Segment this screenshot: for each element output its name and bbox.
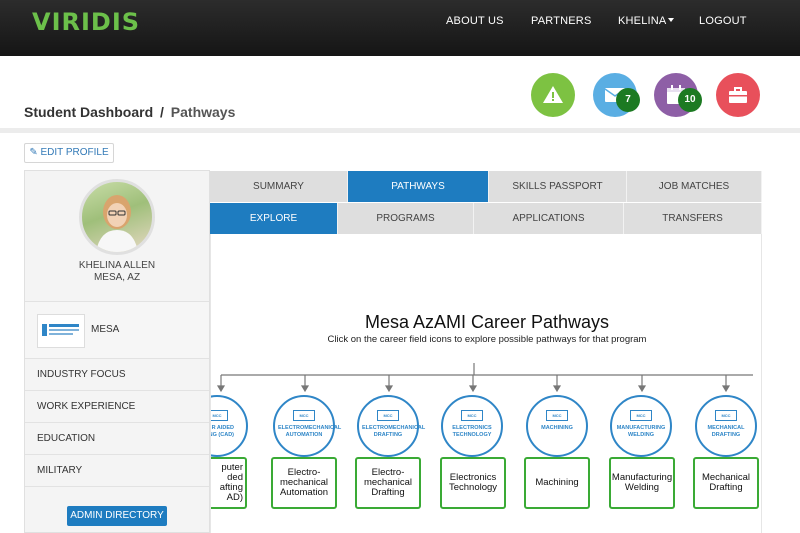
menu-military[interactable]: MILITARY bbox=[25, 455, 209, 487]
program-box-cad[interactable]: puter ded afting AD) bbox=[211, 457, 247, 509]
career-icon-label: ELECTROMECHANICAL AUTOMATION bbox=[278, 425, 342, 438]
college-mini-logo: MCC bbox=[461, 410, 483, 421]
program-box-mechanical-drafting[interactable]: Mechanical Drafting bbox=[693, 457, 759, 509]
profile-sidebar: KHELINA ALLEN MESA, AZ MESA INDUSTRY FOC… bbox=[24, 170, 210, 533]
subtab-explore[interactable]: EXPLORE bbox=[210, 203, 338, 234]
caret-down-icon bbox=[668, 18, 675, 22]
college-mini-logo: MCC bbox=[211, 410, 228, 421]
arrow-down-icon bbox=[637, 385, 647, 393]
pencil-icon: ✎ bbox=[29, 147, 38, 158]
edit-profile-label: EDIT PROFILE bbox=[40, 147, 109, 158]
page-title-main: Student Dashboard bbox=[24, 104, 154, 120]
tab-job-matches[interactable]: JOB MATCHES bbox=[627, 171, 762, 202]
messages-count-badge: 7 bbox=[616, 88, 640, 112]
nav-about-us[interactable]: ABOUT US bbox=[446, 15, 504, 27]
career-icon-manufacturing-welding[interactable]: MCC MANUFACTURING WELDING bbox=[610, 395, 672, 457]
page-title: Student Dashboard / Pathways bbox=[24, 104, 235, 120]
breadcrumb-separator: / bbox=[160, 104, 164, 120]
profile-photo bbox=[96, 195, 138, 252]
college-mini-logo: MCC bbox=[630, 410, 652, 421]
college-logo-mark bbox=[42, 324, 79, 336]
profile-location: MESA, AZ bbox=[93, 272, 141, 283]
college-logo bbox=[37, 314, 85, 348]
career-icon-cad[interactable]: MCC R AIDED ING (CAD) bbox=[211, 395, 248, 457]
menu-work-experience[interactable]: WORK EXPERIENCE bbox=[25, 391, 209, 423]
career-icon-electronics-technology[interactable]: MCC ELECTRONICS TECHNOLOGY bbox=[441, 395, 503, 457]
arrow-down-icon bbox=[552, 385, 562, 393]
career-pathways-title: Mesa AzAMI Career Pathways bbox=[364, 312, 610, 332]
arrow-down-icon bbox=[384, 385, 394, 393]
nav-user-menu[interactable]: KHELINA bbox=[618, 15, 675, 27]
avatar[interactable] bbox=[79, 179, 155, 255]
tab-summary[interactable]: SUMMARY bbox=[210, 171, 348, 202]
subtab-programs[interactable]: PROGRAMS bbox=[338, 203, 474, 234]
subtab-applications[interactable]: APPLICATIONS bbox=[474, 203, 624, 234]
warning-icon bbox=[543, 86, 563, 103]
college-mini-logo: MCC bbox=[715, 410, 737, 421]
school-row[interactable]: MESA bbox=[25, 301, 209, 359]
nav-logout[interactable]: LOGOUT bbox=[699, 15, 747, 27]
menu-industry-focus[interactable]: INDUSTRY FOCUS bbox=[25, 359, 209, 391]
header-divider bbox=[0, 128, 800, 133]
program-box-manufacturing-welding[interactable]: Manufacturing Welding bbox=[609, 457, 675, 509]
program-box-label: Electro- mechanical Drafting bbox=[363, 467, 413, 498]
edit-profile-button[interactable]: ✎ EDIT PROFILE bbox=[24, 143, 114, 163]
program-box-label: puter ded afting AD) bbox=[219, 462, 243, 503]
viridis-logo[interactable]: VIRIDIS bbox=[32, 8, 140, 36]
program-box-electromechanical-automation[interactable]: Electro- mechanical Automation bbox=[271, 457, 337, 509]
page-title-sub: Pathways bbox=[170, 104, 236, 120]
tab-pathways[interactable]: PATHWAYS bbox=[348, 171, 489, 202]
program-box-electromechanical-drafting[interactable]: Electro- mechanical Drafting bbox=[355, 457, 421, 509]
college-mini-logo: MCC bbox=[546, 410, 568, 421]
career-icon-label: ELECTRONICS TECHNOLOGY bbox=[452, 425, 492, 438]
user-menu-label: KHELINA bbox=[618, 15, 667, 27]
program-box-label: Manufacturing Welding bbox=[611, 472, 673, 493]
pathways-connectors bbox=[216, 363, 753, 393]
pathways-diagram: MCC R AIDED ING (CAD) MCC ELECTROMECHANI… bbox=[211, 359, 761, 533]
menu-education[interactable]: EDUCATION bbox=[25, 423, 209, 455]
career-icon-label: R AIDED ING (CAD) bbox=[211, 425, 234, 438]
program-box-label: Mechanical Drafting bbox=[701, 472, 751, 493]
arrow-down-icon bbox=[721, 385, 731, 393]
tab-skills-passport[interactable]: SKILLS PASSPORT bbox=[489, 171, 627, 202]
program-box-electronics-technology[interactable]: Electronics Technology bbox=[440, 457, 506, 509]
career-pathways-subtitle: Click on the career field icons to explo… bbox=[327, 334, 647, 345]
college-mini-logo: MCC bbox=[377, 410, 399, 421]
career-icon-label: MANUFACTURING WELDING bbox=[616, 425, 666, 438]
college-mini-logo: MCC bbox=[293, 410, 315, 421]
program-box-machining[interactable]: Machining bbox=[524, 457, 590, 509]
program-box-label: Electronics Technology bbox=[448, 472, 498, 493]
career-icon-label: ELECTROMECHANICAL DRAFTING bbox=[362, 425, 426, 438]
career-icon-mechanical-drafting[interactable]: MCC MECHANICAL DRAFTING bbox=[695, 395, 757, 457]
arrow-down-icon bbox=[468, 385, 478, 393]
career-icon-label: MACHINING bbox=[541, 425, 573, 431]
jobs-button[interactable] bbox=[716, 73, 760, 117]
subtab-transfers[interactable]: TRANSFERS bbox=[624, 203, 762, 234]
alerts-button[interactable] bbox=[531, 73, 575, 117]
admin-directory-button[interactable]: ADMIN DIRECTORY bbox=[67, 506, 167, 526]
profile-name: KHELINA ALLEN bbox=[78, 260, 156, 271]
calendar-count-badge: 10 bbox=[678, 88, 702, 112]
career-icon-electromechanical-automation[interactable]: MCC ELECTROMECHANICAL AUTOMATION bbox=[273, 395, 342, 457]
program-box-label: Electro- mechanical Automation bbox=[279, 467, 329, 498]
career-icon-electromechanical-drafting[interactable]: MCC ELECTROMECHANICAL DRAFTING bbox=[357, 395, 426, 457]
career-icon-label: MECHANICAL DRAFTING bbox=[707, 425, 745, 438]
nav-partners[interactable]: PARTNERS bbox=[531, 15, 591, 27]
school-name: MESA bbox=[91, 324, 120, 335]
briefcase-icon bbox=[729, 87, 747, 103]
arrow-down-icon bbox=[300, 385, 310, 393]
arrow-down-icon bbox=[216, 385, 226, 393]
career-icon-machining[interactable]: MCC MACHINING bbox=[526, 395, 588, 457]
top-navbar: VIRIDIS ABOUT US PARTNERS KHELINA LOGOUT bbox=[0, 0, 800, 56]
pathways-content: Mesa AzAMI Career Pathways Click on the … bbox=[210, 234, 762, 533]
program-box-label: Machining bbox=[535, 477, 579, 488]
